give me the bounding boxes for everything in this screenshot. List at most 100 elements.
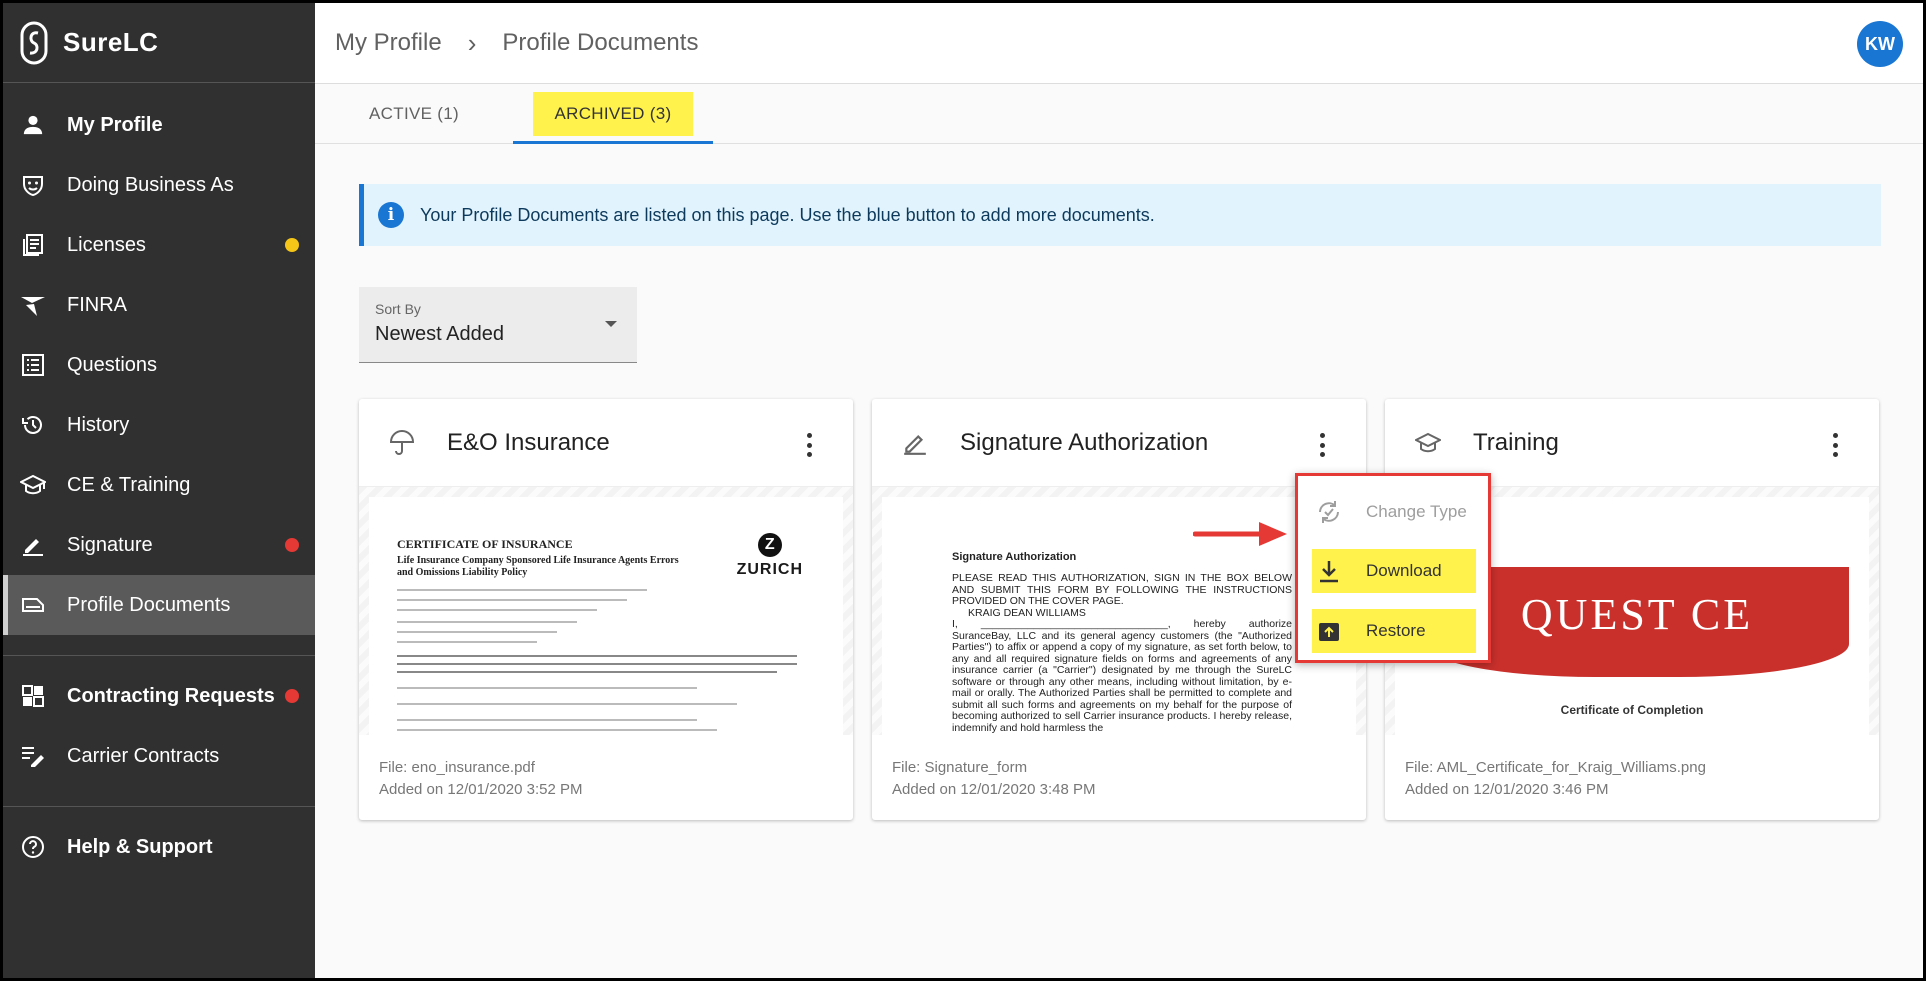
document-card-signature[interactable]: Signature Authorization Signature Author…	[872, 399, 1366, 820]
sidebar-item-history[interactable]: History	[3, 395, 315, 455]
info-text: Your Profile Documents are listed on thi…	[420, 204, 1155, 225]
brand[interactable]: SureLC	[3, 3, 315, 83]
added-date: Added on 12/01/2020 3:52 PM	[379, 781, 583, 798]
divider	[3, 806, 315, 807]
zurich-mark-icon: Z	[757, 533, 782, 557]
sidebar-item-label: CE & Training	[67, 473, 191, 496]
status-badge	[285, 538, 299, 552]
sort-value: Newest Added	[375, 323, 504, 345]
tab-label: ACTIVE (1)	[369, 104, 459, 123]
umbrella-icon	[387, 428, 417, 458]
menu-item-label: Restore	[1366, 621, 1426, 640]
menu-item-change-type[interactable]: Change Type	[1312, 490, 1476, 534]
sidebar-item-label: Licenses	[67, 233, 146, 256]
person-icon	[19, 111, 47, 139]
sidebar-item-label: Doing Business As	[67, 173, 234, 196]
more-vert-icon[interactable]	[1833, 433, 1839, 457]
tab-bar: ACTIVE (1) ARCHIVED (3)	[315, 84, 1923, 144]
breadcrumb-my-profile[interactable]: My Profile	[335, 29, 442, 57]
menu-item-label: Download	[1366, 561, 1442, 580]
card-title: E&O Insurance	[447, 428, 610, 456]
more-vert-icon[interactable]	[807, 433, 813, 457]
pen-icon	[19, 531, 47, 559]
chevron-right-icon: ›	[467, 27, 477, 58]
tab-archived[interactable]: ARCHIVED (3)	[513, 84, 713, 144]
questions-icon	[19, 351, 47, 379]
text-line	[397, 599, 627, 601]
sidebar-item-label: Questions	[67, 353, 158, 376]
edit-list-icon	[19, 742, 47, 770]
sidebar-item-my-profile[interactable]: My Profile	[3, 95, 315, 155]
history-icon	[19, 411, 47, 439]
file-name: File: Signature_form	[892, 759, 1028, 776]
tab-indicator	[513, 141, 713, 144]
app-frame: SureLC My Profile Doing Business As Lice…	[3, 3, 1923, 978]
text-line	[397, 609, 597, 611]
sidebar-item-carrier-contracts[interactable]: Carrier Contracts	[3, 726, 315, 786]
document-preview[interactable]: CERTIFICATE OF INSURANCE Life Insurance …	[359, 487, 853, 735]
text-line	[397, 719, 697, 721]
sidebar: SureLC My Profile Doing Business As Lice…	[3, 3, 315, 978]
eno-document-thumbnail: CERTIFICATE OF INSURANCE Life Insurance …	[369, 497, 843, 735]
sort-label: Sort By	[375, 301, 421, 317]
tab-active[interactable]: ACTIVE (1)	[315, 84, 513, 144]
card-footer: File: AML_Certificate_for_Kraig_Williams…	[1385, 735, 1879, 801]
change-type-icon	[1316, 499, 1342, 525]
sidebar-item-signature[interactable]: Signature	[3, 515, 315, 575]
certificate-caption: Certificate of Completion	[1560, 703, 1704, 717]
text-line	[397, 589, 647, 591]
sidebar-item-label: Contracting Requests	[67, 684, 275, 707]
menu-item-restore[interactable]: Restore	[1312, 609, 1476, 653]
menu-item-download[interactable]: Download	[1312, 549, 1476, 593]
sidebar-item-questions[interactable]: Questions	[3, 335, 315, 395]
tab-label: ARCHIVED (3)	[532, 92, 694, 136]
info-banner: i Your Profile Documents are listed on t…	[359, 184, 1881, 246]
sidebar-item-contracting-requests[interactable]: Contracting Requests	[3, 666, 315, 726]
sort-select[interactable]: Sort By Newest Added	[359, 287, 637, 363]
finra-icon	[19, 291, 47, 319]
documents-icon	[19, 591, 47, 619]
preview-body: PLEASE READ THIS AUTHORIZATION, SIGN IN …	[952, 572, 1292, 734]
preview-subtitle: Life Insurance Company Sponsored Life In…	[397, 555, 679, 578]
sidebar-item-doing-business-as[interactable]: Doing Business As	[3, 155, 315, 215]
dropdown-arrow-icon	[605, 321, 617, 327]
graduation-cap-icon	[1413, 428, 1443, 458]
breadcrumb-profile-documents: Profile Documents	[502, 29, 699, 56]
preview-authorization: I, ________________________________, her…	[952, 618, 1292, 734]
text-line	[397, 641, 537, 643]
card-header: E&O Insurance	[359, 399, 853, 487]
sidebar-item-help-support[interactable]: Help & Support	[3, 817, 315, 877]
sidebar-item-profile-documents[interactable]: Profile Documents	[3, 575, 315, 635]
info-icon: i	[378, 202, 404, 228]
file-name: File: AML_Certificate_for_Kraig_Williams…	[1405, 759, 1706, 776]
menu-item-label: Change Type	[1366, 502, 1467, 521]
unarchive-icon	[1316, 618, 1342, 644]
mask-icon	[19, 171, 47, 199]
card-context-menu: Change Type Download Restore	[1295, 473, 1491, 663]
preview-title: CERTIFICATE OF INSURANCE	[397, 537, 573, 551]
avatar[interactable]: KW	[1857, 21, 1903, 67]
document-preview[interactable]: Signature Authorization PLEASE READ THIS…	[872, 487, 1366, 735]
page-header: My Profile › Profile Documents KW	[315, 3, 1923, 84]
status-badge	[285, 689, 299, 703]
sidebar-item-finra[interactable]: FINRA	[3, 275, 315, 335]
sidebar-item-ce-training[interactable]: CE & Training	[3, 455, 315, 515]
card-title: Signature Authorization	[960, 428, 1209, 456]
sidebar-item-label: My Profile	[67, 113, 163, 136]
sidebar-item-licenses[interactable]: Licenses	[3, 215, 315, 275]
card-title: Training	[1473, 428, 1559, 456]
preview-title: Signature Authorization	[952, 551, 1077, 563]
zurich-name: ZURICH	[736, 561, 803, 578]
card-header: Signature Authorization	[872, 399, 1366, 487]
text-line	[397, 663, 797, 665]
document-card-eno[interactable]: E&O Insurance CERTIFICATE OF INSURANCE L…	[359, 399, 853, 820]
sidebar-item-label: Signature	[67, 533, 153, 556]
help-icon	[19, 833, 47, 861]
sidebar-item-label: Carrier Contracts	[67, 744, 220, 767]
text-line	[397, 671, 777, 673]
pen-icon	[900, 428, 930, 458]
more-vert-icon[interactable]	[1320, 433, 1326, 457]
text-line	[397, 655, 797, 657]
sidebar-item-label: History	[67, 413, 130, 436]
added-date: Added on 12/01/2020 3:46 PM	[1405, 781, 1609, 798]
